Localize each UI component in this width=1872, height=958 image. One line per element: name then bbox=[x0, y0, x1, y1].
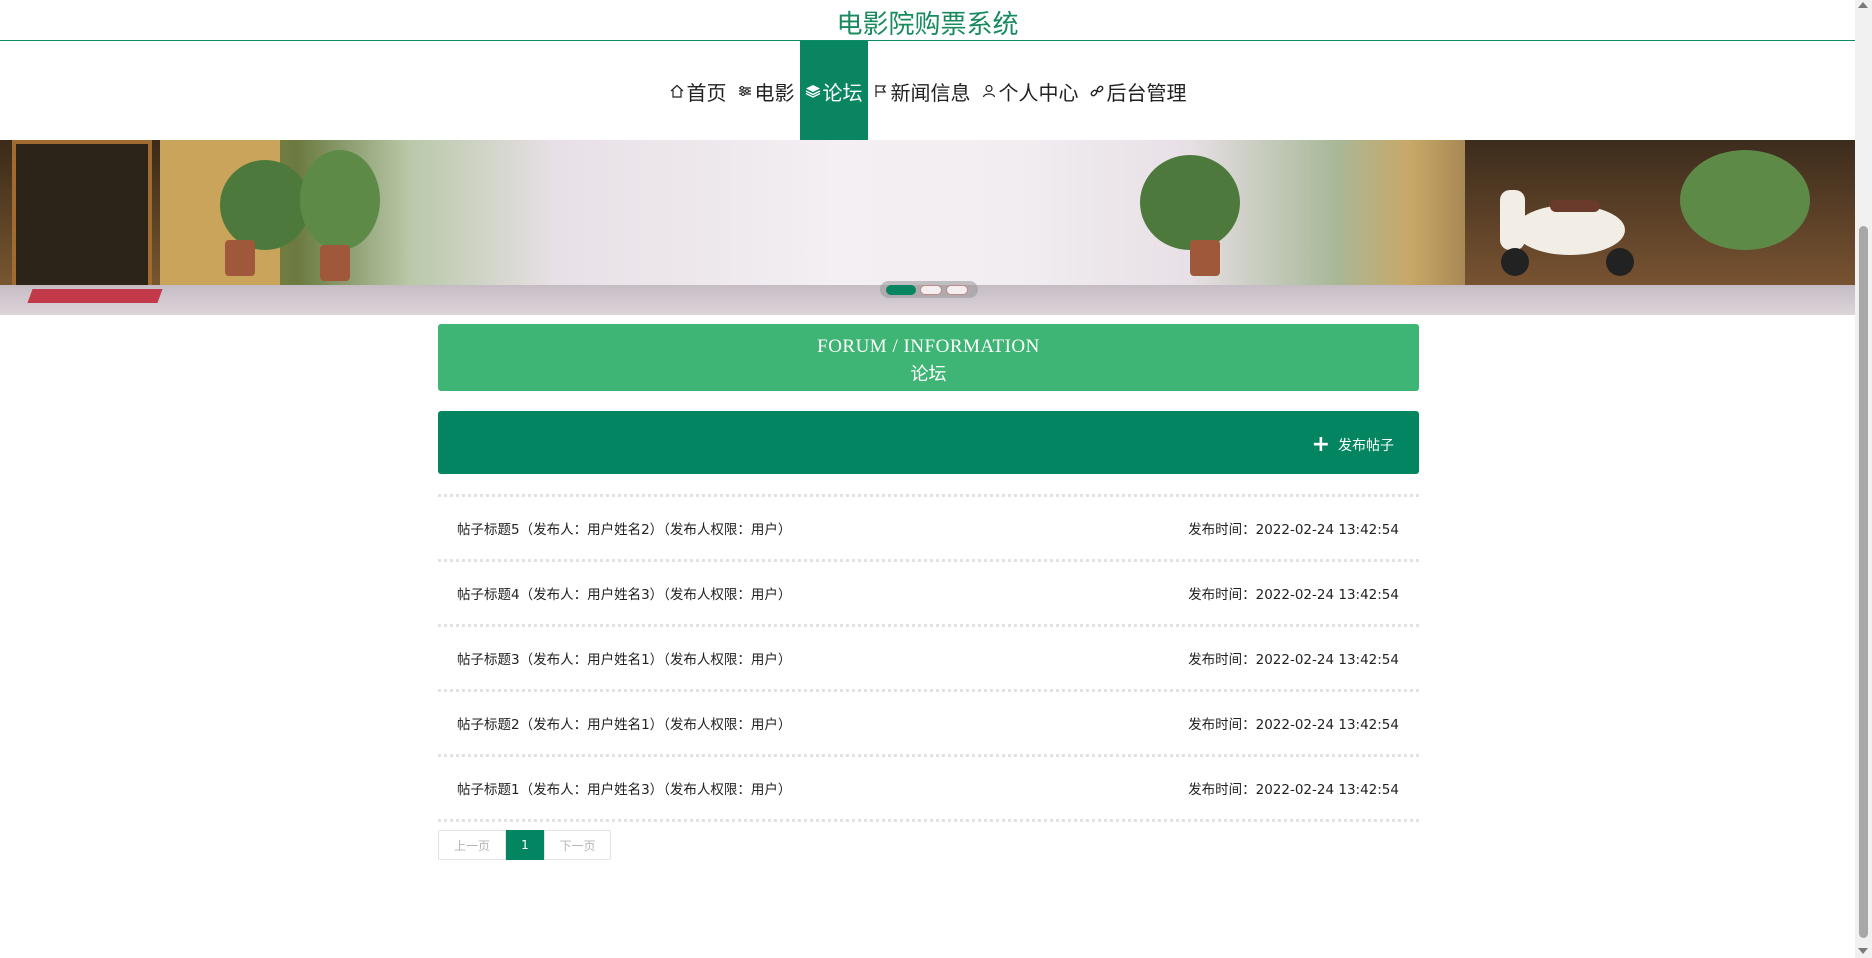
banner-pot bbox=[225, 240, 255, 276]
nav-item-movies[interactable]: 电影 bbox=[732, 41, 800, 141]
carousel-dot-2[interactable] bbox=[920, 284, 942, 295]
nav-item-forum[interactable]: 论坛 bbox=[799, 41, 868, 141]
banner-pot bbox=[1190, 240, 1220, 276]
banner-scooter-image bbox=[1500, 190, 1634, 276]
banner-pot bbox=[320, 245, 350, 281]
scroll-thumb[interactable] bbox=[1859, 226, 1868, 938]
carousel-dot-1[interactable] bbox=[886, 284, 916, 295]
vertical-scrollbar[interactable] bbox=[1855, 0, 1872, 958]
post-row[interactable]: 帖子标题4（发布人：用户姓名3）（发布人权限：用户） 发布时间：2022-02-… bbox=[438, 562, 1419, 627]
post-time: 发布时间：2022-02-24 13:42:54 bbox=[1188, 717, 1399, 733]
forum-toolbar: + 发布帖子 bbox=[438, 411, 1419, 474]
post-row[interactable]: 帖子标题1（发布人：用户姓名3）（发布人权限：用户） 发布时间：2022-02-… bbox=[438, 757, 1419, 822]
post-time: 发布时间：2022-02-24 13:42:54 bbox=[1188, 652, 1399, 668]
banner-door bbox=[12, 140, 152, 290]
nav-label: 电影 bbox=[754, 80, 795, 105]
post-title: 帖子标题3（发布人：用户姓名1）（发布人权限：用户） bbox=[457, 652, 792, 668]
nav-label: 论坛 bbox=[822, 80, 863, 105]
nav-item-home[interactable]: 首页 bbox=[664, 41, 732, 141]
post-row[interactable]: 帖子标题5（发布人：用户姓名2）（发布人权限：用户） 发布时间：2022-02-… bbox=[438, 497, 1419, 562]
banner-carousel[interactable] bbox=[0, 140, 1855, 315]
flag-icon bbox=[873, 83, 889, 99]
post-title: 帖子标题4（发布人：用户姓名3）（发布人权限：用户） bbox=[457, 587, 792, 603]
scroll-down-arrow-icon[interactable] bbox=[1858, 948, 1868, 954]
user-icon bbox=[981, 83, 997, 99]
carousel-indicators bbox=[880, 281, 978, 298]
post-list: 帖子标题5（发布人：用户姓名2）（发布人权限：用户） 发布时间：2022-02-… bbox=[438, 494, 1419, 822]
banner-plant bbox=[1680, 150, 1810, 250]
post-time: 发布时间：2022-02-24 13:42:54 bbox=[1188, 782, 1399, 798]
post-time: 发布时间：2022-02-24 13:42:54 bbox=[1188, 522, 1399, 538]
main-nav: 首页 电影 论坛 新闻信息 个人中心 后台管理 bbox=[0, 41, 1855, 141]
publish-post-button[interactable]: + 发布帖子 bbox=[1311, 432, 1394, 457]
post-title: 帖子标题5（发布人：用户姓名2）（发布人权限：用户） bbox=[457, 522, 792, 538]
nav-label: 首页 bbox=[686, 80, 727, 105]
post-row[interactable]: 帖子标题3（发布人：用户姓名1）（发布人权限：用户） 发布时间：2022-02-… bbox=[438, 627, 1419, 692]
banner-plant bbox=[1140, 155, 1240, 250]
post-time: 发布时间：2022-02-24 13:42:54 bbox=[1188, 587, 1399, 603]
sliders-icon bbox=[737, 83, 753, 99]
next-page-button[interactable]: 下一页 bbox=[544, 830, 611, 860]
nav-label: 个人中心 bbox=[998, 80, 1079, 105]
layers-icon bbox=[805, 83, 821, 99]
section-header: FORUM / INFORMATION 论坛 bbox=[438, 324, 1419, 391]
site-title: 电影院购票系统 bbox=[836, 10, 1019, 40]
nav-label: 后台管理 bbox=[1106, 80, 1187, 105]
nav-label: 新闻信息 bbox=[890, 80, 971, 105]
section-title-en: FORUM / INFORMATION bbox=[817, 336, 1040, 357]
nav-item-news[interactable]: 新闻信息 bbox=[868, 41, 976, 141]
nav-item-profile[interactable]: 个人中心 bbox=[976, 41, 1084, 141]
section-title-cn: 论坛 bbox=[910, 364, 947, 385]
post-title: 帖子标题1（发布人：用户姓名3）（发布人权限：用户） bbox=[457, 782, 792, 798]
prev-page-button[interactable]: 上一页 bbox=[438, 830, 506, 860]
current-page-button[interactable]: 1 bbox=[506, 830, 544, 860]
banner-doormat bbox=[27, 289, 163, 303]
banner-plant bbox=[300, 150, 380, 250]
banner-plant bbox=[220, 160, 310, 250]
plus-icon: + bbox=[1311, 432, 1330, 457]
scroll-up-arrow-icon[interactable] bbox=[1858, 2, 1868, 8]
post-title: 帖子标题2（发布人：用户姓名1）（发布人权限：用户） bbox=[457, 717, 792, 733]
pagination: 上一页 1 下一页 bbox=[438, 830, 1419, 860]
publish-post-label: 发布帖子 bbox=[1338, 438, 1394, 454]
link-icon bbox=[1089, 83, 1105, 99]
nav-item-admin[interactable]: 后台管理 bbox=[1084, 41, 1192, 141]
forum-content: FORUM / INFORMATION 论坛 + 发布帖子 帖子标题5（发布人：… bbox=[438, 324, 1419, 860]
carousel-dot-3[interactable] bbox=[946, 284, 968, 295]
post-row[interactable]: 帖子标题2（发布人：用户姓名1）（发布人权限：用户） 发布时间：2022-02-… bbox=[438, 692, 1419, 757]
page: 电影院购票系统 首页 电影 论坛 新闻信息 个人中心 后台管理 FORUM / … bbox=[0, 0, 1872, 958]
home-icon bbox=[669, 83, 685, 99]
site-header: 电影院购票系统 bbox=[0, 0, 1855, 41]
